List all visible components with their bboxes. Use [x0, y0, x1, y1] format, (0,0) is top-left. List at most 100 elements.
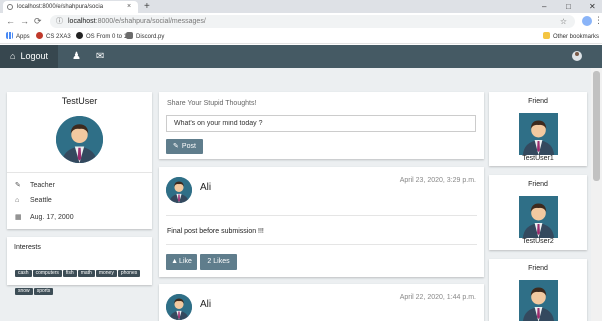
divider: [166, 215, 477, 216]
friend-label: Friend: [528, 181, 548, 188]
compose-title: Share Your Stupid Thoughts!: [167, 100, 257, 107]
interests-title: Interests: [14, 244, 41, 251]
post-author[interactable]: Ali: [200, 182, 211, 193]
profile-birthday: ▦ Aug. 17, 2000: [15, 213, 74, 221]
interest-tag: money: [95, 270, 117, 277]
friend-card[interactable]: Friend: [489, 259, 587, 321]
profile-city-text: Seattle: [30, 197, 52, 204]
friend-avatar[interactable]: [519, 280, 558, 321]
interest-tag: phones: [117, 270, 141, 277]
post-button[interactable]: ✎ Post: [166, 139, 203, 154]
bookmark-star-icon[interactable]: ☆: [560, 15, 567, 28]
person-icon[interactable]: ♟: [72, 45, 81, 68]
profile-job-text: Teacher: [30, 182, 55, 189]
globe-icon: [7, 4, 13, 10]
post-button-label: Post: [181, 143, 196, 150]
friend-name[interactable]: TestUser1: [489, 155, 587, 162]
profile-city: ⌂ Seattle: [15, 197, 52, 204]
forward-button[interactable]: →: [20, 15, 29, 28]
folder-icon: [543, 32, 550, 39]
user-avatar-icon[interactable]: [572, 51, 582, 61]
page-icon: [126, 32, 133, 39]
calendar-icon: ▦: [15, 214, 22, 221]
bookmark-label: OS From 0 to 1: [86, 34, 128, 40]
close-window-button[interactable]: ✕: [589, 0, 596, 13]
home-icon: ⌂: [15, 197, 20, 204]
browser-tab[interactable]: localhost:8000/e/shahpura/socia: [3, 1, 138, 13]
url-path: :8000/e/shahpura/social/messages/: [95, 18, 206, 25]
interest-tags: cash computers fish math money phones snow spor…: [15, 261, 145, 297]
post-input[interactable]: [166, 115, 476, 132]
profile-name: TestUser: [61, 96, 98, 106]
maximize-button[interactable]: □: [566, 0, 571, 13]
like-button[interactable]: ▲Like: [166, 254, 197, 270]
address-bar[interactable]: ⓘ localhost:8000/e/shahpura/social/messa…: [50, 15, 575, 28]
divider: [7, 172, 152, 173]
main-content: TestUser ✎ Teacher ⌂ Seattle ▦ Aug. 17, 200…: [0, 68, 591, 321]
url-text: localhost:8000/e/shahpura/social/message…: [68, 15, 206, 28]
browser-toolbar: ← → ⟳ ⓘ localhost:8000/e/shahpura/social…: [0, 13, 602, 30]
interests-card: Interests cash computers fish math money phon…: [7, 237, 152, 295]
bookmark-apps-label: Apps: [16, 34, 30, 40]
bookmark-item[interactable]: Discord.py: [126, 30, 164, 44]
interest-tag: math: [77, 270, 95, 277]
browser-tabstrip: localhost:8000/e/shahpura/socia × + – □ …: [0, 0, 602, 13]
github-icon: [76, 32, 83, 39]
interest-tag: sports: [33, 288, 54, 295]
info-icon[interactable]: ⓘ: [56, 15, 63, 28]
profile-card: TestUser ✎ Teacher ⌂ Seattle ▦ Aug. 17, 200…: [7, 92, 152, 229]
reload-button[interactable]: ⟳: [34, 15, 42, 28]
bookmarks-bar: Apps CS 2XA3 OS From 0 to 1 Discord.py O…: [0, 30, 602, 44]
other-bookmarks[interactable]: Other bookmarks: [543, 30, 599, 44]
post-date: April 23, 2020, 3:29 p.m.: [399, 177, 476, 184]
interest-tag: snow: [15, 288, 33, 295]
post-card: Ali April 23, 2020, 3:29 p.m. Final post…: [159, 167, 484, 277]
logout-button[interactable]: ⌂ Logout: [0, 45, 58, 68]
interest-tag: fish: [62, 270, 77, 277]
tab-close-icon[interactable]: ×: [127, 1, 131, 13]
interest-tag: cash: [15, 270, 32, 277]
compose-card: Share Your Stupid Thoughts! ✎Post: [159, 92, 484, 159]
friend-card[interactable]: Friend TestUser2: [489, 175, 587, 250]
new-tab-button[interactable]: +: [144, 0, 150, 13]
bookmark-label: CS 2XA3: [46, 34, 71, 40]
post-author[interactable]: Ali: [200, 299, 211, 310]
divider: [166, 244, 477, 245]
browser-menu-icon[interactable]: ⋮: [594, 14, 602, 27]
friend-label: Friend: [528, 265, 548, 272]
friend-card[interactable]: Friend TestUser1: [489, 92, 587, 166]
envelope-icon[interactable]: ✉: [96, 45, 104, 68]
likes-count-button[interactable]: 2 Likes: [200, 254, 237, 270]
scrollbar-thumb[interactable]: [593, 71, 600, 181]
bookmark-label: Discord.py: [136, 34, 165, 40]
mcmaster-icon: [36, 32, 43, 39]
profile-avatar: [56, 116, 103, 163]
pencil-icon: ✎: [15, 182, 21, 189]
friend-avatar[interactable]: [519, 196, 558, 238]
post-card: Ali April 22, 2020, 1:44 p.m.: [159, 284, 484, 321]
post-date: April 22, 2020, 1:44 p.m.: [399, 294, 476, 301]
minimize-button[interactable]: –: [542, 0, 546, 13]
bookmark-apps[interactable]: Apps: [6, 30, 30, 44]
like-button-label: Like: [179, 258, 192, 265]
post-author-avatar[interactable]: [166, 177, 192, 203]
friend-name[interactable]: TestUser2: [489, 238, 587, 245]
friend-avatar[interactable]: [519, 113, 558, 155]
profile-job: ✎ Teacher: [15, 181, 55, 189]
browser-tab-title: localhost:8000/e/shahpura/socia: [17, 4, 104, 10]
back-button[interactable]: ←: [6, 15, 15, 28]
bookmark-item[interactable]: OS From 0 to 1: [76, 30, 127, 44]
friend-label: Friend: [528, 98, 548, 105]
bookmark-item[interactable]: CS 2XA3: [36, 30, 71, 44]
page-scrollbar[interactable]: [591, 68, 602, 321]
thumbs-up-icon: ▲: [171, 258, 179, 265]
home-icon: ⌂: [10, 51, 16, 61]
browser-profile-icon[interactable]: [582, 16, 592, 26]
profile-birthday-text: Aug. 17, 2000: [30, 214, 74, 221]
pencil-icon: ✎: [173, 143, 179, 150]
post-text: Final post before submission !!!: [167, 228, 264, 235]
post-author-avatar[interactable]: [166, 294, 192, 320]
other-bookmarks-label: Other bookmarks: [553, 34, 600, 40]
logout-label: Logout: [20, 51, 48, 61]
interest-tag: computers: [32, 270, 62, 277]
